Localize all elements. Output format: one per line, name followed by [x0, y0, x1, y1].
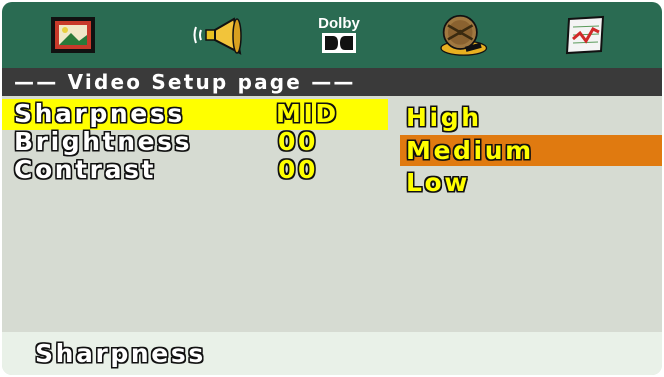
status-bar: Sharpness: [2, 332, 662, 375]
dolby-label: Dolby: [318, 15, 360, 32]
setting-value: 00: [278, 127, 318, 156]
option-high[interactable]: High: [406, 103, 482, 133]
setting-value: MID: [276, 99, 339, 128]
tab-bar: Dolby: [2, 2, 662, 68]
setting-label: Brightness: [14, 127, 193, 156]
setting-label: Contrast: [14, 155, 157, 184]
tab-audio[interactable]: [190, 10, 246, 60]
film-reel-icon: [440, 14, 488, 56]
osd-setup-screen: Dolby —— Video Setup page —— Sharpness M…: [2, 2, 662, 375]
tab-dolby[interactable]: Dolby: [311, 10, 367, 60]
chart-check-icon: [565, 15, 605, 55]
status-text: Sharpness: [35, 339, 206, 368]
speaker-icon: [193, 17, 242, 55]
page-title: —— Video Setup page ——: [14, 70, 356, 94]
option-medium[interactable]: Medium: [406, 136, 534, 166]
setting-label: Sharpness: [14, 99, 185, 128]
title-bar: —— Video Setup page ——: [2, 68, 662, 96]
dolby-icon: [321, 33, 356, 53]
option-low[interactable]: Low: [406, 168, 470, 198]
monitor-photo-icon: [51, 17, 95, 53]
column-divider: [388, 96, 400, 332]
tab-video[interactable]: [434, 10, 490, 60]
setting-value: 00: [278, 155, 318, 184]
tab-general[interactable]: [45, 10, 101, 60]
tab-preference[interactable]: [557, 10, 613, 60]
